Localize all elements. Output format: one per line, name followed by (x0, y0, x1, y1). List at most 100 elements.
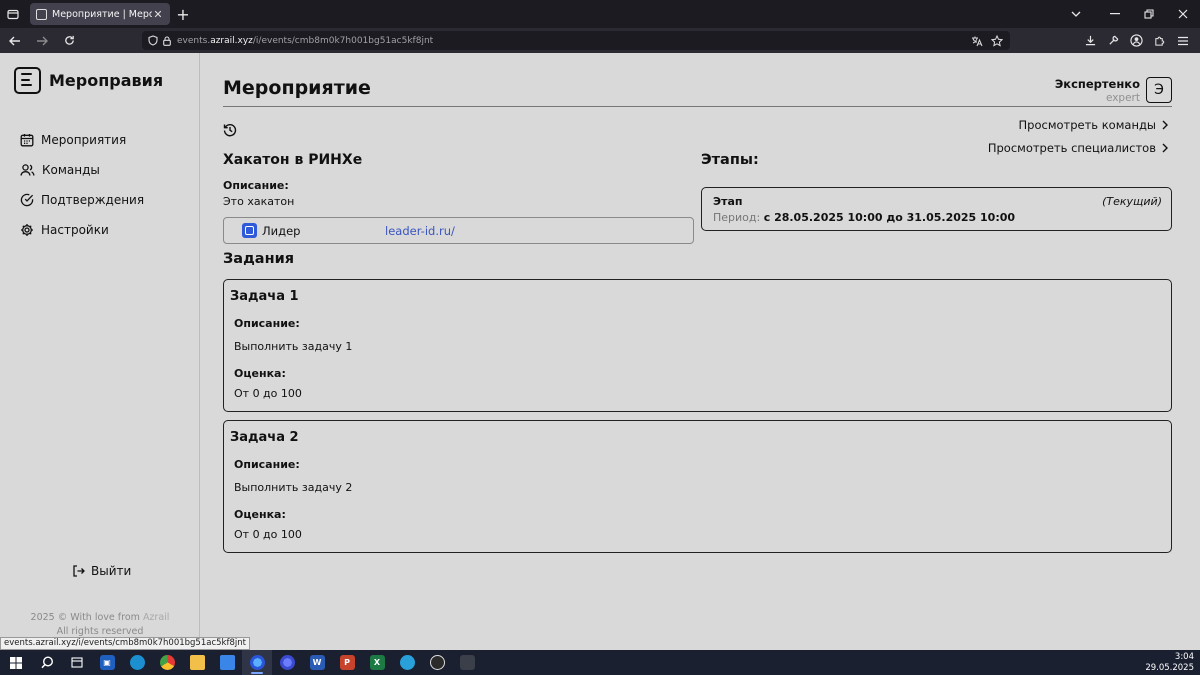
system-clock[interactable]: 3:04 29.05.2025 (1145, 652, 1194, 673)
powerpoint-app-icon[interactable]: P (332, 650, 362, 675)
tracking-shield-icon[interactable] (148, 35, 158, 46)
site-favicon-icon (36, 8, 47, 20)
task-description-label: Описание: (234, 317, 300, 330)
edge-browser-icon[interactable] (122, 650, 152, 675)
tab-list-icon[interactable] (0, 0, 26, 28)
minimize-window-icon[interactable] (1098, 0, 1132, 28)
stage-name: Этап (713, 195, 743, 208)
sidebar-item-label: Команды (42, 163, 100, 177)
task-card: Задача 1 Описание: Выполнить задачу 1 Оц… (223, 279, 1172, 412)
menu-hamburger-icon[interactable] (1171, 28, 1194, 53)
file-explorer-icon[interactable] (182, 650, 212, 675)
back-arrow-icon[interactable] (3, 28, 27, 53)
extensions-wrench-icon[interactable] (1102, 28, 1125, 53)
link-status-preview: events.azrail.xyz/i/events/cmb8m0k7h001b… (0, 637, 250, 650)
task-score-label: Оценка: (234, 367, 286, 380)
stage-status: (Текущий) (1102, 195, 1162, 208)
tab-dropdown-chevron-icon[interactable] (1064, 0, 1088, 28)
event-link-card: Лидер leader-id.ru/ (223, 217, 694, 244)
stage-card: Этап (Текущий) Период: с 28.05.2025 10:0… (701, 187, 1172, 231)
stage-period: Период: с 28.05.2025 10:00 до 31.05.2025… (713, 211, 1016, 224)
address-bar[interactable]: events.azrail.xyz/i/events/cmb8m0k7h001b… (142, 31, 1010, 50)
sidebar-nav: Мероприятия Команды Подтверждения Настро… (20, 125, 144, 245)
close-tab-icon[interactable]: ✕ (152, 8, 164, 21)
forward-arrow-icon[interactable] (30, 28, 54, 53)
clock-time: 3:04 (1174, 652, 1194, 662)
downloads-icon[interactable] (1079, 28, 1102, 53)
windows-start-icon[interactable] (0, 650, 32, 675)
page-title: Мероприятие (223, 77, 371, 99)
restore-window-icon[interactable] (1132, 0, 1166, 28)
obs-app-icon[interactable] (422, 650, 452, 675)
firefox-dev-browser-icon[interactable] (242, 650, 272, 675)
puzzle-extensions-icon[interactable] (1148, 28, 1171, 53)
brand-name: Мероправия (49, 71, 164, 90)
user-name: Экспертенко (1054, 77, 1140, 91)
account-icon[interactable] (1125, 28, 1148, 53)
task-score: От 0 до 100 (234, 387, 302, 400)
app-tile-icon[interactable]: ▣ (92, 650, 122, 675)
gear-icon (21, 224, 33, 236)
user-role: expert (1105, 92, 1140, 104)
task-title: Задача 1 (230, 289, 299, 304)
sidebar-footer: 2025 © With love from Azrail All rights … (0, 611, 200, 639)
view-specialists-link[interactable]: Просмотреть специалистов (988, 136, 1168, 159)
event-description: Это хакатон (223, 195, 295, 208)
stages-title: Этапы: (701, 152, 759, 168)
user-info[interactable]: Экспертенко expert (1055, 77, 1140, 104)
sidebar-item-label: Настройки (41, 223, 109, 237)
browser-tab-bar: Мероприятие | Мероправия ✕ + (0, 0, 1200, 28)
telegram-app-icon[interactable] (392, 650, 422, 675)
sidebar-item-events[interactable]: Мероприятия (20, 125, 144, 155)
brand-logo-icon (14, 67, 41, 94)
window-controls (1098, 0, 1200, 28)
task-card: Задача 2 Описание: Выполнить задачу 2 Оц… (223, 420, 1172, 553)
sidebar: Мероправия Мероприятия Команды Подтвержд… (0, 53, 200, 650)
chevron-right-icon (1162, 120, 1168, 129)
store-icon[interactable] (212, 650, 242, 675)
tasks-title: Задания (223, 251, 295, 267)
search-icon[interactable] (32, 650, 62, 675)
sidebar-item-teams[interactable]: Команды (20, 155, 144, 185)
firefox-browser-icon[interactable] (272, 650, 302, 675)
title-divider (223, 106, 1172, 107)
browser-tab-title: Мероприятие | Мероправия (52, 8, 152, 20)
os-taskbar: ▣ W P X 3:04 29.05.2025 (0, 650, 1200, 675)
history-icon[interactable] (223, 123, 237, 137)
chrome-browser-icon[interactable] (152, 650, 182, 675)
footer-copyright: 2025 © With love from (30, 612, 140, 623)
main-content: Мероприятие Экспертенко expert Э Просмот… (200, 53, 1200, 650)
lock-icon[interactable] (163, 35, 171, 46)
davinci-app-icon[interactable] (452, 650, 482, 675)
logout-icon (73, 565, 85, 577)
new-tab-button[interactable]: + (170, 0, 196, 28)
logout-label: Выйти (91, 564, 132, 578)
word-app-icon[interactable]: W (302, 650, 332, 675)
excel-app-icon[interactable]: X (362, 650, 392, 675)
calendar-icon (20, 134, 34, 147)
view-specialists-label: Просмотреть специалистов (987, 140, 1156, 155)
task-title: Задача 2 (230, 430, 299, 445)
users-icon (20, 164, 35, 176)
avatar[interactable]: Э (1146, 77, 1172, 103)
sidebar-item-settings[interactable]: Настройки (20, 215, 144, 245)
check-circle-icon (20, 193, 34, 207)
logout-button[interactable]: Выйти (72, 564, 131, 578)
task-description-label: Описание: (234, 458, 300, 471)
sidebar-item-confirmations[interactable]: Подтверждения (20, 185, 144, 215)
view-teams-link[interactable]: Просмотреть команды (988, 113, 1168, 136)
event-link-url[interactable]: leader-id.ru/ (385, 224, 455, 238)
brand[interactable]: Мероправия (14, 67, 163, 94)
event-name: Хакатон в РИНХе (223, 152, 363, 168)
browser-nav-bar: events.azrail.xyz/i/events/cmb8m0k7h001b… (0, 28, 1200, 53)
bookmark-star-icon[interactable] (990, 34, 1004, 48)
event-link-name: Лидер (262, 223, 301, 238)
task-view-icon[interactable] (62, 650, 92, 675)
chevron-right-icon (1162, 143, 1168, 152)
translate-icon[interactable] (970, 34, 984, 48)
footer-author-link[interactable]: Azrail (143, 612, 170, 623)
browser-tab-active[interactable]: Мероприятие | Мероправия ✕ (30, 3, 170, 25)
close-window-icon[interactable] (1166, 0, 1200, 28)
view-teams-label: Просмотреть команды (1018, 117, 1156, 132)
reload-icon[interactable] (57, 28, 81, 53)
